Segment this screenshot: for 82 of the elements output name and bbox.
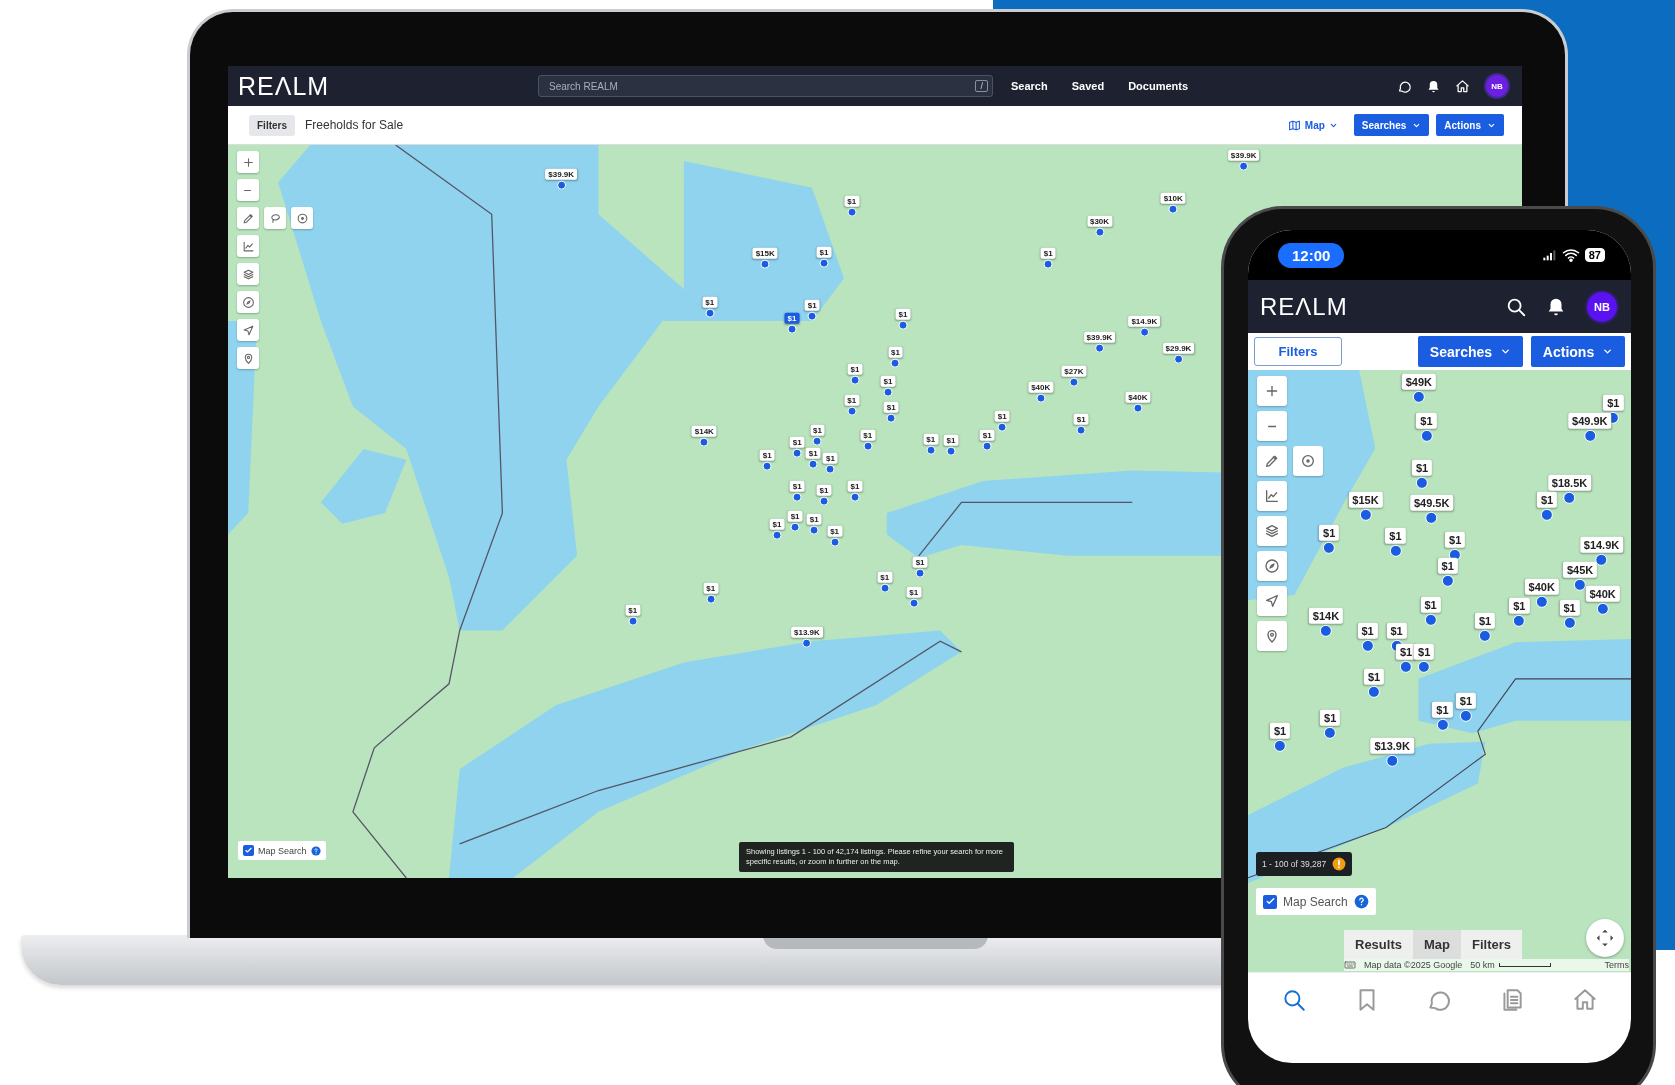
home-icon [1455,78,1470,94]
locate-icon [1264,593,1280,609]
locate-button[interactable] [237,319,259,341]
wifi-icon [1561,246,1580,264]
logo: REΛLM [1260,292,1348,321]
caret-icon [1500,346,1512,357]
keyboard-icon [1344,959,1356,971]
locate-button[interactable] [1257,586,1287,616]
view-tab[interactable]: Results [1344,930,1413,959]
check-icon [1264,896,1276,907]
layers-button[interactable] [237,263,259,285]
help-icon [310,845,321,856]
zoom-out-icon [244,188,252,192]
zoom-in-button[interactable] [237,151,259,173]
compass-button[interactable] [237,291,259,313]
nav-link[interactable]: Saved [1071,80,1105,92]
nav-link[interactable]: Documents [1128,80,1189,92]
map-scale: 50 km [1470,960,1551,970]
signal-icon [1541,247,1558,263]
check-icon [244,846,253,855]
nav-link[interactable]: Search [1011,80,1048,92]
results-count: 1 - 100 of 39,287 [1256,852,1353,876]
filters-button[interactable]: Filters [249,114,295,136]
map-icon [1287,118,1301,132]
radius-button[interactable] [1293,446,1323,476]
checkbox[interactable] [243,845,254,856]
view-tab[interactable]: Filters [1460,930,1522,959]
draw-icon [1264,453,1280,469]
radius-icon [295,211,309,225]
searches-dropdown[interactable]: Searches [1353,114,1430,136]
battery-level: 87 [1584,248,1605,262]
draw-button[interactable] [1257,446,1287,476]
radius-icon [1300,453,1316,469]
view-tab[interactable]: Map [1412,930,1461,959]
chart-icon [1264,488,1280,504]
locate-icon [241,323,255,337]
chart-button[interactable] [1257,481,1287,511]
map-search-toggle[interactable]: Map Search [238,841,326,860]
actions-dropdown[interactable]: Actions [1436,114,1504,136]
lasso-button[interactable] [264,207,286,229]
location-pin-icon [1264,628,1280,644]
layers-icon [1264,523,1280,539]
map-search-toggle[interactable]: Map Search [1256,888,1376,915]
page-title: Freeholds for Sale [305,118,404,132]
shortcut-key: / [975,80,988,92]
logo: REΛLM [238,71,331,101]
home-button[interactable] [1455,78,1470,94]
zoom-in-button[interactable] [1257,376,1287,406]
draw-icon [241,211,255,225]
checkbox[interactable] [1263,894,1277,909]
map-attribution: Map data ©2025 Google [1364,960,1463,970]
view-dropdown[interactable]: Map [1287,118,1338,132]
compass-icon [1264,558,1280,574]
caret-icon [1602,346,1614,357]
layers-button[interactable] [1257,516,1287,546]
zoom-in-icon [241,155,255,169]
home-icon [1571,987,1598,1013]
search-icon [1281,987,1308,1013]
zoom-in-icon [1264,383,1280,399]
layers-icon [241,267,255,281]
searches-dropdown[interactable]: Searches [1418,336,1523,367]
compass-button[interactable] [1257,551,1287,581]
terms-link[interactable]: Terms [1604,960,1629,970]
actions-dropdown[interactable]: Actions [1531,336,1625,367]
help-icon [1353,894,1369,909]
chart-icon [241,239,255,253]
warning-icon [1332,857,1347,871]
fullscreen-icon [1594,927,1616,949]
chart-button[interactable] [237,235,259,257]
bell-icon [1426,78,1441,94]
user-avatar[interactable]: NB [1484,73,1510,99]
user-avatar[interactable]: NB [1585,289,1619,324]
location-pin-button[interactable] [237,347,259,369]
lasso-icon [268,211,282,225]
draw-button[interactable] [237,207,259,229]
zoom-out-icon [1267,424,1277,428]
location-pin-button[interactable] [1257,621,1287,651]
radius-button[interactable] [291,207,313,229]
notifications-button[interactable] [1426,78,1441,94]
filters-button[interactable]: Filters [1254,337,1342,366]
compass-icon [241,295,255,309]
clock: 12:00 [1278,242,1345,268]
